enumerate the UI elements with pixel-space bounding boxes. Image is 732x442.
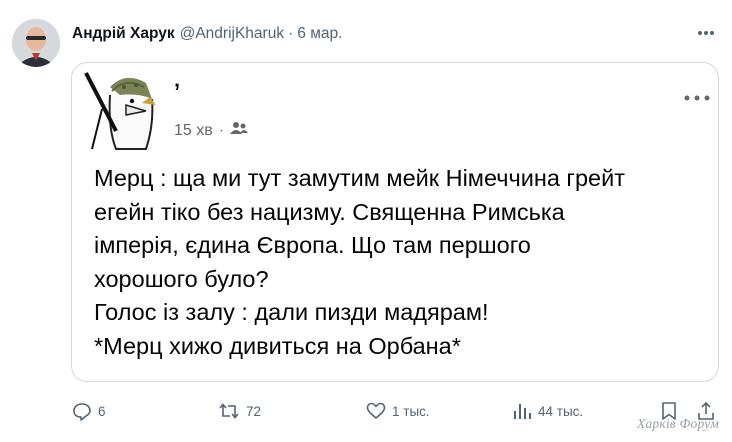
repost-icon bbox=[219, 403, 239, 419]
post-text-line: хорошого було? bbox=[94, 265, 269, 292]
post-text-line: імперія, єдина Європа. Що там першого bbox=[94, 232, 531, 259]
reply-icon bbox=[73, 403, 91, 421]
tweet-header: Андрій Харук @AndrijKharuk · 6 мар. bbox=[72, 24, 342, 44]
separator: · bbox=[288, 25, 294, 42]
repost-button[interactable]: 72 bbox=[218, 401, 261, 421]
embedded-screenshot[interactable]: ʼ 15 хв · Мерц : ща ми тут замутим мейк … bbox=[71, 62, 719, 382]
reply-count: 6 bbox=[98, 403, 106, 419]
post-text-line: егейн тіко без нацизму. Священна Римська bbox=[94, 198, 565, 225]
friends-icon bbox=[230, 121, 249, 140]
meta-separator: · bbox=[218, 121, 225, 139]
post-meta: 15 хв · bbox=[174, 121, 249, 140]
author-avatar[interactable] bbox=[12, 19, 60, 67]
post-time: 15 хв bbox=[174, 121, 213, 139]
post-author-name: ʼ bbox=[174, 79, 181, 104]
post-text: Мерц : ща ми тут замутим мейк Німеччина … bbox=[94, 162, 714, 364]
more-horizontal-icon[interactable] bbox=[694, 25, 718, 41]
like-button[interactable]: 1 тыс. bbox=[366, 401, 430, 421]
author-name[interactable]: Андрій Харук bbox=[72, 25, 175, 43]
reply-button[interactable]: 6 bbox=[72, 401, 106, 421]
views-icon bbox=[514, 404, 531, 419]
views-button[interactable]: 44 тыс. bbox=[512, 401, 583, 421]
repost-count: 72 bbox=[246, 403, 262, 419]
watermark: Харків Форум bbox=[637, 416, 719, 431]
tweet-actions: 6 72 1 тыс. 44 тыс. bbox=[0, 401, 732, 421]
post-text-line: Мерц : ща ми тут замутим мейк Німеччина … bbox=[94, 165, 626, 191]
like-count: 1 тыс. bbox=[392, 403, 430, 419]
heart-icon bbox=[366, 402, 386, 419]
post-author-avatar bbox=[80, 69, 160, 153]
post-text-line: *Мерц хижо дивиться на Орбана* bbox=[94, 332, 461, 359]
views-count: 44 тыс. bbox=[538, 403, 584, 419]
author-handle[interactable]: @AndrijKharuk bbox=[180, 25, 284, 43]
post-more-icon[interactable] bbox=[682, 90, 712, 101]
tweet-time[interactable]: 6 мар. bbox=[297, 25, 342, 43]
post-text-line: Голос із залу : дали пизди мадярам! bbox=[94, 299, 489, 326]
